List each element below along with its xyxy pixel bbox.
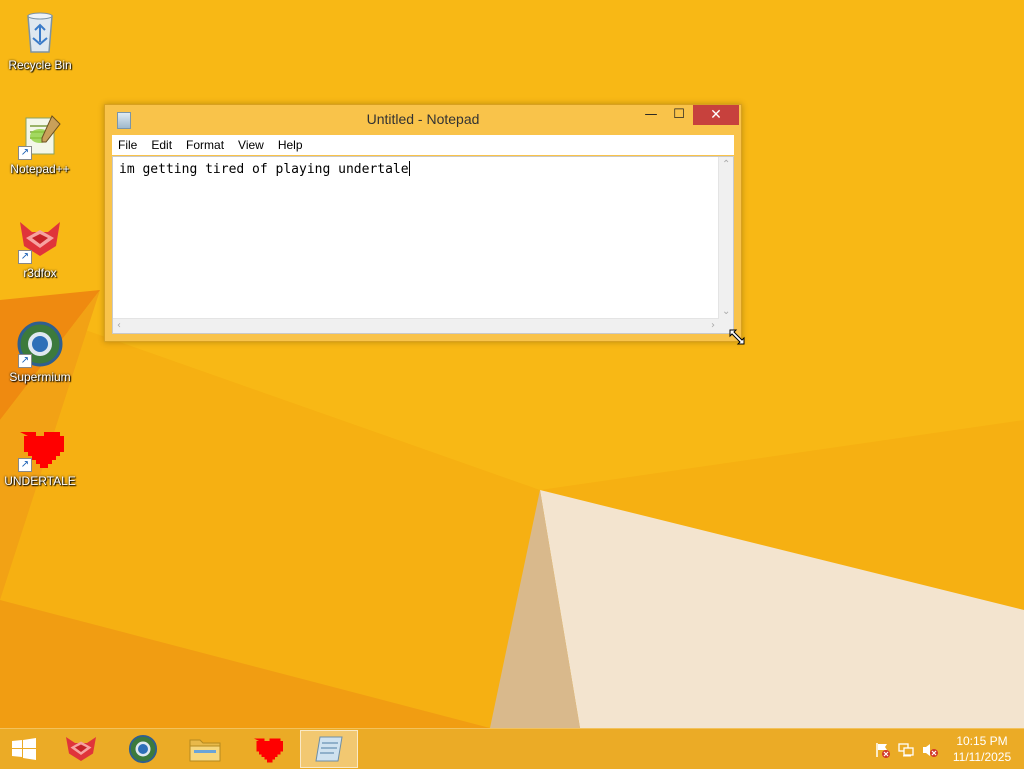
scroll-up-icon[interactable]: ⌃ <box>722 159 730 170</box>
taskbar: 10:15 PM 11/11/2025 <box>0 728 1024 769</box>
taskbar-r3dfox[interactable] <box>52 730 110 768</box>
desktop-icon-label: Recycle Bin <box>8 58 72 72</box>
menu-view[interactable]: View <box>231 135 271 152</box>
r3dfox-icon <box>66 737 96 761</box>
menu-help[interactable]: Help <box>271 135 310 152</box>
start-button[interactable] <box>0 730 48 768</box>
desktop-icon-notepadpp[interactable]: ↗ Notepad++ <box>0 112 80 176</box>
desktop-icon-label: r3dfox <box>23 266 57 280</box>
supermium-icon <box>128 734 158 764</box>
menu-format[interactable]: Format <box>179 135 231 152</box>
menu-file[interactable]: File <box>112 135 144 152</box>
desktop-icon-undertale[interactable]: ↗ UNDERTALE <box>0 424 80 488</box>
text-editor[interactable]: im getting tired of playing undertale ⌃ … <box>112 156 734 334</box>
notepadpp-icon: ↗ <box>16 112 64 160</box>
desktop-icon-r3dfox[interactable]: ↗ r3dfox <box>0 216 80 280</box>
volume-muted-icon[interactable] <box>922 742 938 757</box>
network-icon[interactable] <box>898 742 914 757</box>
editor-content: im getting tired of playing undertale <box>119 162 409 177</box>
action-center-flag-icon[interactable] <box>874 742 890 758</box>
scroll-down-icon[interactable]: ⌄ <box>722 306 730 317</box>
undertale-heart-icon <box>253 738 283 763</box>
taskbar-undertale[interactable] <box>238 730 296 768</box>
desktop-icon-supermium[interactable]: ↗ Supermium <box>0 320 80 384</box>
close-button[interactable]: ✕ <box>693 105 739 125</box>
shortcut-arrow-icon: ↗ <box>18 250 32 264</box>
taskbar-supermium[interactable] <box>114 730 172 768</box>
desktop-icon-recycle-bin[interactable]: Recycle Bin <box>0 8 80 72</box>
taskbar-file-explorer[interactable] <box>176 730 234 768</box>
maximize-button[interactable]: ☐ <box>665 105 693 125</box>
taskbar-notepad[interactable] <box>300 730 358 768</box>
shortcut-arrow-icon: ↗ <box>18 354 32 368</box>
scroll-right-icon[interactable]: › <box>711 320 715 331</box>
resize-cursor-icon <box>729 329 745 345</box>
horizontal-scrollbar[interactable]: ‹ › <box>113 318 719 333</box>
supermium-icon: ↗ <box>16 320 64 368</box>
text-caret <box>408 161 410 176</box>
taskbar-clock[interactable]: 10:15 PM 11/11/2025 <box>946 733 1018 765</box>
menu-edit[interactable]: Edit <box>144 135 179 152</box>
desktop-icon-label: Supermium <box>9 370 71 384</box>
folder-icon <box>189 739 221 762</box>
recycle-bin-icon <box>16 8 64 56</box>
clock-time: 10:15 PM <box>956 734 1008 748</box>
shortcut-arrow-icon: ↗ <box>18 458 32 472</box>
vertical-scrollbar[interactable]: ⌃ ⌄ <box>718 157 733 319</box>
r3dfox-icon: ↗ <box>16 216 64 264</box>
menu-bar: File Edit Format View Help <box>112 135 734 155</box>
undertale-heart-icon: ↗ <box>16 424 64 472</box>
title-bar[interactable]: Untitled - Notepad — ☐ ✕ <box>105 105 741 133</box>
clock-date: 11/11/2025 <box>952 750 1012 764</box>
notepad-icon <box>315 736 343 762</box>
desktop-icon-label: Notepad++ <box>10 162 70 176</box>
desktop-icon-label: UNDERTALE <box>4 474 76 488</box>
scroll-left-icon[interactable]: ‹ <box>117 320 121 331</box>
shortcut-arrow-icon: ↗ <box>18 146 32 160</box>
minimize-button[interactable]: — <box>637 105 665 125</box>
notepad-window[interactable]: Untitled - Notepad — ☐ ✕ File Edit Format V… <box>104 104 742 342</box>
windows-logo-icon <box>12 738 36 760</box>
